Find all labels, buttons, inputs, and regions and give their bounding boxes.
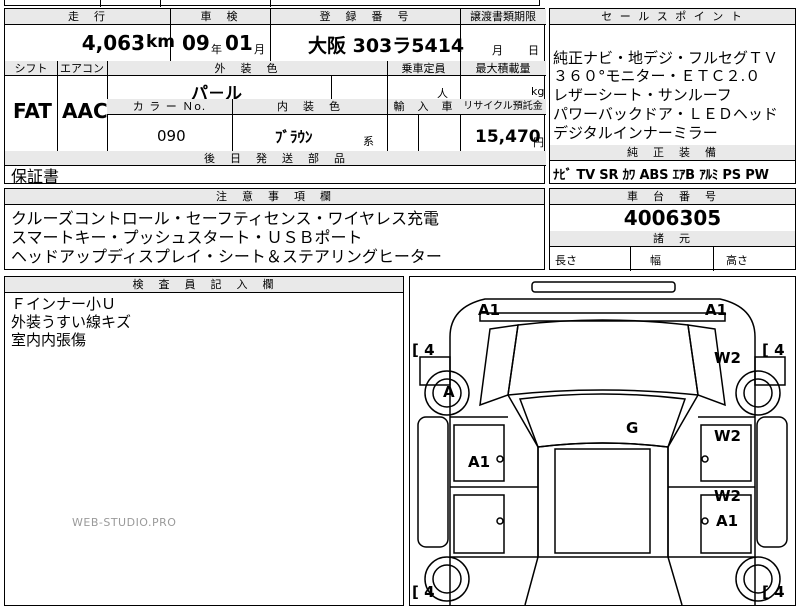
tire-mark-rear-left-value: 4 bbox=[424, 583, 435, 601]
chassis-box: 車 台 番 号 4006305 諸 元 長さ 幅 高さ bbox=[549, 188, 796, 271]
header-capacity: 乗車定員 bbox=[387, 61, 460, 76]
header-equipment: 純 正 装 備 bbox=[550, 145, 795, 161]
sales-point-line-4: パワーバックドア・ＬＥＤヘッド bbox=[553, 105, 778, 123]
inspector-line-1: Ｆインナー小Ｕ bbox=[11, 295, 117, 313]
deadline-day-unit: 日 bbox=[528, 44, 539, 57]
damage-label-w2-right-upper: W2 bbox=[714, 349, 741, 367]
shift-value: FAT bbox=[13, 99, 52, 123]
damage-label-a1-left-door: A1 bbox=[468, 453, 491, 471]
header-inspection: 車 検 bbox=[170, 9, 270, 25]
sales-point-line-3: レザーシート・サンルーフ bbox=[553, 86, 732, 104]
mileage-unit: km bbox=[146, 32, 176, 52]
chassis-number: 4006305 bbox=[623, 206, 722, 230]
damage-label-a1-right-lower: A1 bbox=[716, 512, 739, 530]
tire-mark-front-right-value: 4 bbox=[774, 341, 785, 359]
header-transfer-deadline: 譲渡書類期限 bbox=[460, 9, 546, 25]
tire-mark-front-left-value: 4 bbox=[424, 341, 435, 359]
interior-suffix: 系 bbox=[363, 135, 374, 148]
dimension-length: 長さ bbox=[555, 254, 577, 267]
header-ac: エアコン bbox=[57, 61, 107, 76]
load-unit: kg bbox=[531, 85, 545, 98]
damage-label-a1-front-left: A1 bbox=[478, 301, 501, 319]
mileage-value: 4,063 bbox=[81, 31, 145, 55]
notes-line-1: クルーズコントロール・セーフティセンス・ワイヤレス充電 bbox=[11, 209, 440, 228]
tire-mark-rear-right: [ 4 bbox=[762, 583, 785, 601]
damage-label-w2-right-door1: W2 bbox=[714, 427, 741, 445]
damage-label-a1-front-right: A1 bbox=[705, 301, 728, 319]
sales-point-line-2: ３６０°モニター・ＥＴＣ２.０ bbox=[553, 67, 761, 85]
header-color-no: カ ラ ー Ｎo. bbox=[107, 99, 232, 115]
tire-mark-rear-right-value: 4 bbox=[774, 583, 785, 601]
watermark: WEB-STUDIO.PRO bbox=[72, 516, 177, 529]
notes-line-3: ヘッドアップディスプレイ・シート＆ステアリングヒーター bbox=[11, 247, 442, 266]
sales-point-line-1: 純正ナビ・地デジ・フルセグＴＶ bbox=[553, 49, 779, 67]
tire-mark-rear-left: [ 4 bbox=[412, 583, 435, 601]
header-mileage: 走 行 bbox=[5, 9, 170, 25]
notes-box: 注 意 事 項 欄 クルーズコントロール・セーフティセンス・ワイヤレス充電 スマ… bbox=[4, 188, 545, 270]
header-inspector: 検 査 員 記 入 欄 bbox=[5, 277, 403, 293]
month-unit: 月 bbox=[254, 43, 265, 56]
recycle-amount: 15,470 bbox=[475, 127, 541, 147]
header-ext-color: 外 装 色 bbox=[107, 61, 387, 76]
inspector-line-3: 室内内張傷 bbox=[11, 331, 87, 349]
sales-point-line-5: デジタルインナーミラー bbox=[553, 124, 718, 142]
header-interior: 内 装 色 bbox=[232, 99, 387, 115]
damage-label-w2-right-door2: W2 bbox=[714, 487, 741, 505]
damage-label-a-left-wheel: A bbox=[443, 383, 455, 401]
damage-label-g-windshield: G bbox=[626, 419, 639, 437]
header-notes: 注 意 事 項 欄 bbox=[5, 189, 544, 205]
header-chassis: 車 台 番 号 bbox=[550, 189, 795, 205]
notes-line-2: スマートキー・プッシュスタート・ＵＳＢポート bbox=[11, 228, 363, 247]
inspection-month: 01 bbox=[225, 31, 253, 55]
top-strip bbox=[4, 0, 540, 7]
later-parts-value: 保証書 bbox=[11, 167, 60, 186]
sales-points-box: セ ー ル ス ポ イ ン ト 純正ナビ・地デジ・フルセグＴＶ ３６０°モニター… bbox=[549, 8, 796, 184]
equipment-value: ﾅﾋﾞ TV SR ｶﾜ ABS ｴｱB ｱﾙﾐ PS PW bbox=[553, 168, 769, 183]
inspector-box: 検 査 員 記 入 欄 Ｆインナー小Ｕ 外装うすい線キズ 室内内張傷 bbox=[4, 276, 404, 606]
recycle-unit: 円 bbox=[533, 136, 544, 149]
color-no-value: 090 bbox=[157, 127, 186, 145]
dimension-width: 幅 bbox=[650, 254, 661, 267]
header-later-parts: 後 日 発 送 部 品 bbox=[5, 151, 546, 166]
ac-value: AAC bbox=[62, 99, 108, 123]
interior-value: ﾌﾞﾗｳﾝ bbox=[275, 128, 313, 146]
car-diagram-box: A1 A1 A W2 G W2 A1 W2 A1 [ 4 [ 4 [ 4 [ 4 bbox=[409, 276, 796, 606]
header-recycle: リサイクル預託金 bbox=[460, 99, 546, 115]
vehicle-info-table: 走 行 車 検 登 録 番 号 譲渡書類期限 4,063 km 09 年 01 … bbox=[4, 8, 546, 186]
header-import: 輸 入 車 bbox=[387, 99, 460, 115]
header-dimensions: 諸 元 bbox=[550, 231, 795, 247]
inspection-year: 09 bbox=[182, 31, 210, 55]
inspector-line-2: 外装うすい線キズ bbox=[11, 313, 132, 331]
header-sales-points: セ ー ル ス ポ イ ン ト bbox=[550, 9, 795, 25]
header-max-load: 最大積載量 bbox=[460, 61, 546, 76]
registration-number: 大阪 303ラ5414 bbox=[308, 35, 465, 57]
tire-mark-front-right: [ 4 bbox=[762, 341, 785, 359]
year-unit: 年 bbox=[211, 43, 222, 56]
dimension-height: 高さ bbox=[726, 254, 748, 267]
header-reg-no: 登 録 番 号 bbox=[270, 9, 460, 25]
deadline-month-unit: 月 bbox=[492, 44, 503, 57]
tire-mark-front-left: [ 4 bbox=[412, 341, 435, 359]
header-shift: シフト bbox=[5, 61, 57, 76]
